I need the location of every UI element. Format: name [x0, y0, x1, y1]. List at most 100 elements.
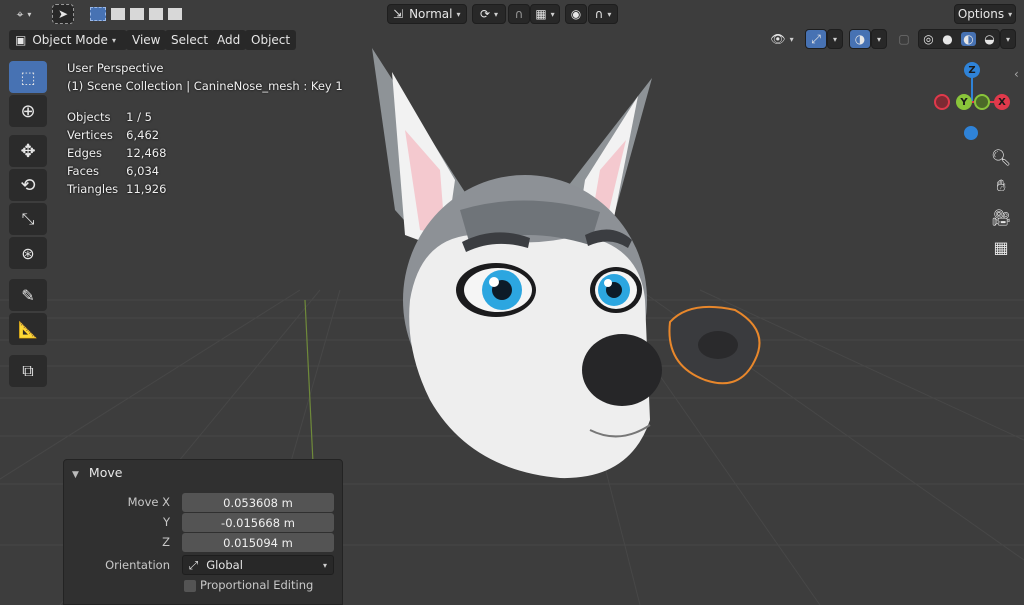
transform-icon: ⊛ [21, 243, 35, 263]
wireframe-shading-icon[interactable]: ◎ [923, 32, 933, 46]
xray-toggle[interactable]: ▢ [894, 29, 914, 49]
mode-label: Object Mode [32, 33, 108, 47]
options-label: Options [957, 7, 1005, 21]
gizmo-neg-y-axis[interactable] [974, 94, 990, 110]
select-tool-button[interactable]: ➤ [52, 4, 74, 24]
gizmo-dropdown[interactable]: ▾ [827, 29, 843, 49]
menu-select[interactable]: Select [165, 30, 215, 50]
select-new-icon[interactable] [90, 7, 107, 21]
rotate-tool[interactable]: ⟲ [9, 169, 47, 201]
panel-title: Move [88, 465, 123, 480]
menu-view[interactable]: View [126, 30, 167, 50]
select-subtract-icon[interactable] [129, 8, 144, 20]
object-mode-icon: ▣ [15, 33, 27, 47]
stat-label: Triangles [67, 182, 119, 196]
snap-target-dropdown[interactable]: ▦ ▾ [530, 4, 560, 24]
transform-orientation-dropdown[interactable]: ⇲ Normal ▾ [387, 4, 467, 24]
cursor-tool[interactable]: ⊕ [9, 95, 47, 127]
gizmo-neg-x-axis[interactable] [934, 94, 950, 110]
transform-tool[interactable]: ⊛ [9, 237, 47, 269]
options-dropdown[interactable]: Options ▾ [954, 4, 1016, 24]
stat-value: 1 / 5 [126, 110, 152, 124]
shading-dropdown[interactable]: ▾ [1000, 29, 1016, 49]
solid-shading-icon[interactable]: ● [942, 32, 952, 46]
scene-stats: Objects 1 / 5 Vertices 6,462 Edges 12,468 F… [67, 108, 174, 198]
zoom-button[interactable]: 🔍︎ [987, 143, 1015, 171]
menu-object-label: Object [251, 33, 291, 47]
menu-object[interactable]: Object [245, 30, 297, 50]
falloff-dropdown[interactable]: ∩ ▾ [588, 4, 618, 24]
move-z-label: Z [162, 535, 170, 549]
hand-icon: ✋︎ [996, 176, 1006, 195]
camera-icon: 🎥︎ [990, 207, 1012, 227]
viewport-editor-icon: ⌖ [16, 6, 24, 21]
move-icon: ✥ [20, 140, 36, 162]
add-cube-tool[interactable]: ⧉ [9, 355, 47, 387]
x-label: X [998, 96, 1006, 108]
measure-tool[interactable]: 📐 [9, 313, 47, 345]
move-x-label: Move X [127, 495, 170, 509]
select-invert-icon[interactable] [148, 8, 163, 20]
annotate-tool[interactable]: ✎ [9, 279, 47, 311]
perspective-toggle-button[interactable]: ▦ [987, 233, 1015, 261]
orientation-dropdown[interactable]: ⤢ Global ▾ [182, 555, 334, 575]
move-y-label: Y [162, 515, 170, 529]
editor-type-selector[interactable]: ⌖ ▾ [8, 4, 40, 24]
z-label: Z [968, 64, 976, 76]
shading-mode-group[interactable]: ◎ ● ◐ ◒ [918, 29, 1000, 49]
scale-tool[interactable]: ⤡ [9, 203, 47, 235]
menu-add[interactable]: Add [211, 30, 247, 50]
stat-label: Objects [67, 110, 111, 124]
proportional-editing-checkbox[interactable] [184, 580, 196, 592]
global-orientation-icon: ⤢ [189, 557, 199, 572]
material-shading-icon[interactable]: ◐ [961, 32, 976, 46]
pivot-point-dropdown[interactable]: ⟳ ▾ [472, 4, 506, 24]
gizmo-z-axis[interactable]: Z [964, 62, 980, 78]
gizmo-icon: ⤢ [811, 31, 821, 46]
collapse-icon: ▼ [72, 470, 79, 480]
rendered-shading-icon[interactable]: ◒ [984, 32, 994, 46]
y-label: Y [960, 96, 968, 108]
perspective-label: User Perspective [67, 61, 164, 75]
select-extend-icon[interactable] [111, 8, 126, 20]
cursor-crosshair-icon: ⊕ [20, 100, 36, 122]
panel-header[interactable]: ▼ Move [72, 465, 122, 480]
sidebar-toggle[interactable]: ‹ [1014, 67, 1019, 81]
stat-label: Faces [67, 164, 99, 178]
visibility-dropdown[interactable]: 👁 ▾ [766, 29, 798, 49]
navigation-gizmo[interactable]: Z Y X [930, 60, 1014, 144]
stat-value: 6,034 [126, 164, 160, 178]
falloff-curve-icon: ∩ [594, 7, 604, 21]
pan-button[interactable]: ✋︎ [987, 172, 1015, 200]
zoom-icon: 🔍︎ [990, 147, 1012, 167]
selection-mode-group[interactable] [88, 4, 184, 24]
pivot-icon: ⟳ [479, 7, 491, 21]
mode-dropdown[interactable]: ▣ Object Mode ▾ [9, 30, 127, 50]
rotate-icon: ⟲ [20, 174, 36, 196]
snap-grid-icon: ▦ [535, 7, 547, 21]
last-operator-panel[interactable]: ▼ Move Move X 0.053608 m Y -0.015668 m Z… [63, 459, 343, 605]
move-tool[interactable]: ✥ [9, 135, 47, 167]
gizmo-y-axis[interactable]: Y [956, 94, 972, 110]
select-intersect-icon[interactable] [167, 8, 182, 20]
gizmo-x-axis[interactable]: X [994, 94, 1010, 110]
proportional-edit-toggle[interactable]: ◉ [565, 4, 587, 24]
move-x-field[interactable]: 0.053608 m [182, 493, 334, 512]
select-box-tool[interactable]: ⬚ [9, 61, 47, 93]
overlays-toggle[interactable]: ◑ [849, 29, 871, 49]
move-z-field[interactable]: 0.015094 m [182, 533, 334, 552]
stat-value: 12,468 [126, 146, 167, 160]
snap-toggle[interactable]: ∩ [508, 4, 530, 24]
cursor-icon: ➤ [57, 7, 69, 21]
viewport-info: User Perspective (1) Scene Collection | … [67, 61, 343, 198]
pencil-icon: ✎ [21, 285, 35, 305]
stat-label: Edges [67, 146, 102, 160]
overlays-dropdown[interactable]: ▾ [871, 29, 887, 49]
gizmo-neg-z-axis[interactable] [964, 126, 978, 140]
top-header: ⌖ ▾ ➤ ⇲ Normal ▾ ⟳ ▾ ∩ ▦ ▾ ◉ ∩ ▾ Options ▾ [0, 1, 1024, 27]
collection-label: (1) Scene Collection | CanineNose_mesh :… [67, 79, 343, 93]
camera-view-button[interactable]: 🎥︎ [987, 203, 1015, 231]
scale-icon: ⤡ [21, 209, 35, 228]
gizmo-toggle[interactable]: ⤢ [805, 29, 827, 49]
move-y-field[interactable]: -0.015668 m [182, 513, 334, 532]
